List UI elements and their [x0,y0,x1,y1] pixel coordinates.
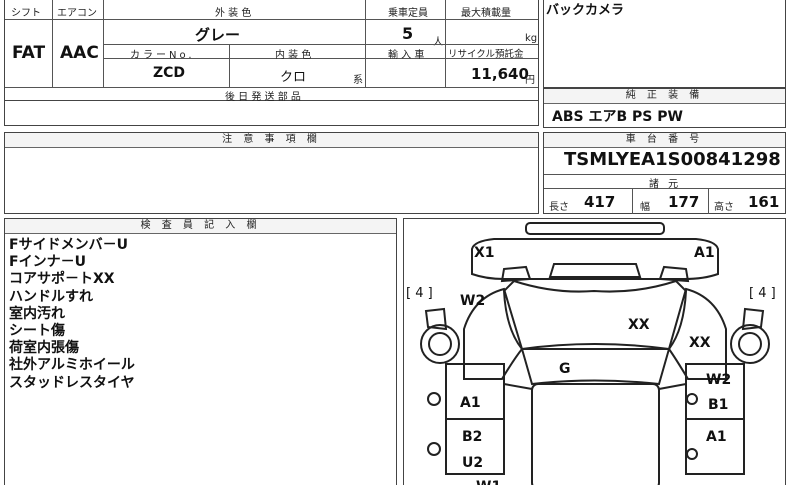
hood [502,279,688,350]
standard-equipment-box: 純 正 装 備 ABS エアB PS PW [543,88,786,128]
vehicle-info-table: シフト エアコン 外 装 色 乗車定員 最大積載量 FAT AAC グレー 5 … [4,0,539,103]
inspector-line: スタッドレスタイヤ [9,374,135,391]
chassis-box: 車 台 番 号 TSMLYEA1S00841298 諸 元 長さ 417 幅 1… [543,132,786,214]
left-door-handle-icon [427,392,441,406]
mark-roof: G [559,361,571,377]
color-no-value: ZCD [153,65,186,81]
length-value: 417 [584,193,616,211]
mark-door-right-front-top: W2 [706,372,731,388]
inspector-box: 検 査 員 記 入 欄 Fサイドメンバ－U Fインナ－U コアサポ－トXX ハン… [4,218,397,485]
chassis-label: 車 台 番 号 [544,133,785,148]
right-rear-handle-icon [686,448,698,460]
options-box: バックカメラ [543,0,786,88]
capacity-value: 5 [402,24,414,43]
car-diagram: X1 A1 [ 4 ] [ 4 ] W2 XX XX G A1 W2 B1 B2… [406,222,776,485]
standard-equipment-value: ABS エアB PS PW [552,109,683,125]
standard-equipment-label: 純 正 装 備 [544,89,785,104]
color-no-label: カラーNo. [130,50,195,61]
chassis-number: TSMLYEA1S00841298 [564,149,781,170]
recycle-fee-unit: 円 [525,75,535,86]
right-rear-door [685,418,745,475]
inspector-line: 社外アルミホイール [9,357,135,374]
exterior-color-label: 外 装 色 [215,8,252,19]
mark-rear-left: U2 [462,455,483,471]
tire-right-count: [ 4 ] [749,286,776,301]
roof [531,383,660,485]
interior-color-label: 内 装 色 [275,50,312,61]
inspector-label: 検 査 員 記 入 欄 [5,219,396,234]
height-label: 高さ [714,202,734,213]
width-label: 幅 [640,202,650,213]
inspector-line: シート傷 [9,323,65,340]
inspector-line: コアサポ－トXX [9,271,115,288]
front-bumper-top [525,222,665,235]
mark-hood: XX [628,317,650,333]
capacity-label: 乗車定員 [388,8,428,19]
inspector-line: ハンドルすれ [9,288,93,305]
mark-front-right: A1 [694,245,715,261]
exterior-color-value: グレー [195,26,241,44]
car-diagram-box: X1 A1 [ 4 ] [ 4 ] W2 XX XX G A1 W2 B1 B2… [403,218,786,485]
mark-door-left-front: A1 [460,395,481,411]
interior-color-value: クロ [280,70,307,85]
front-bumper [471,238,719,280]
mark-door-right-front: B1 [708,397,728,413]
later-parts-box [4,101,539,126]
inspector-lines: Fサイドメンバ－U Fインナ－U コアサポ－トXX ハンドルすれ 室内汚れ シー… [9,237,135,392]
shift-value: FAT [12,43,46,63]
height-value: 161 [748,193,780,211]
aircon-label: エアコン [57,8,97,19]
length-label: 長さ [549,202,569,213]
width-value: 177 [668,193,700,211]
inspector-line: Fサイドメンバ－U [9,237,128,253]
mark-door-left-rear: B2 [462,429,482,445]
max-load-label: 最大積載量 [461,8,511,19]
notes-box: 注 意 事 項 欄 [4,132,539,214]
recycle-label: リサイクル預託金 [448,49,524,60]
left-rear-handle-icon [427,442,441,456]
inspector-line: 荷室内張傷 [9,340,79,357]
shift-label: シフト [11,8,41,19]
left-front-wheel-icon [420,324,460,364]
notes-label: 注 意 事 項 欄 [5,133,538,148]
max-load-unit: kg [525,33,538,44]
aircon-value: AAC [60,43,99,63]
capacity-unit: 人 [433,37,443,48]
right-door-handle-icon [686,393,698,405]
inspector-line: Fインナ－U [9,254,86,271]
options-text: バックカメラ [546,3,625,18]
recycle-fee-value: 11,640 [471,65,529,83]
grille [548,263,642,278]
inspector-line: 室内汚れ [9,305,65,322]
interior-color-suffix: 系 [353,75,363,86]
mark-fender-right: XX [689,335,711,351]
mark-door-right-rear: A1 [706,429,727,445]
mark-bottom-partial: W1 [476,479,501,485]
right-front-wheel-icon [730,324,770,364]
import-label: 輸 入 車 [388,50,425,61]
mark-front-left: X1 [474,245,495,261]
mark-fender-left: W2 [460,293,485,309]
tire-left-count: [ 4 ] [406,286,433,301]
